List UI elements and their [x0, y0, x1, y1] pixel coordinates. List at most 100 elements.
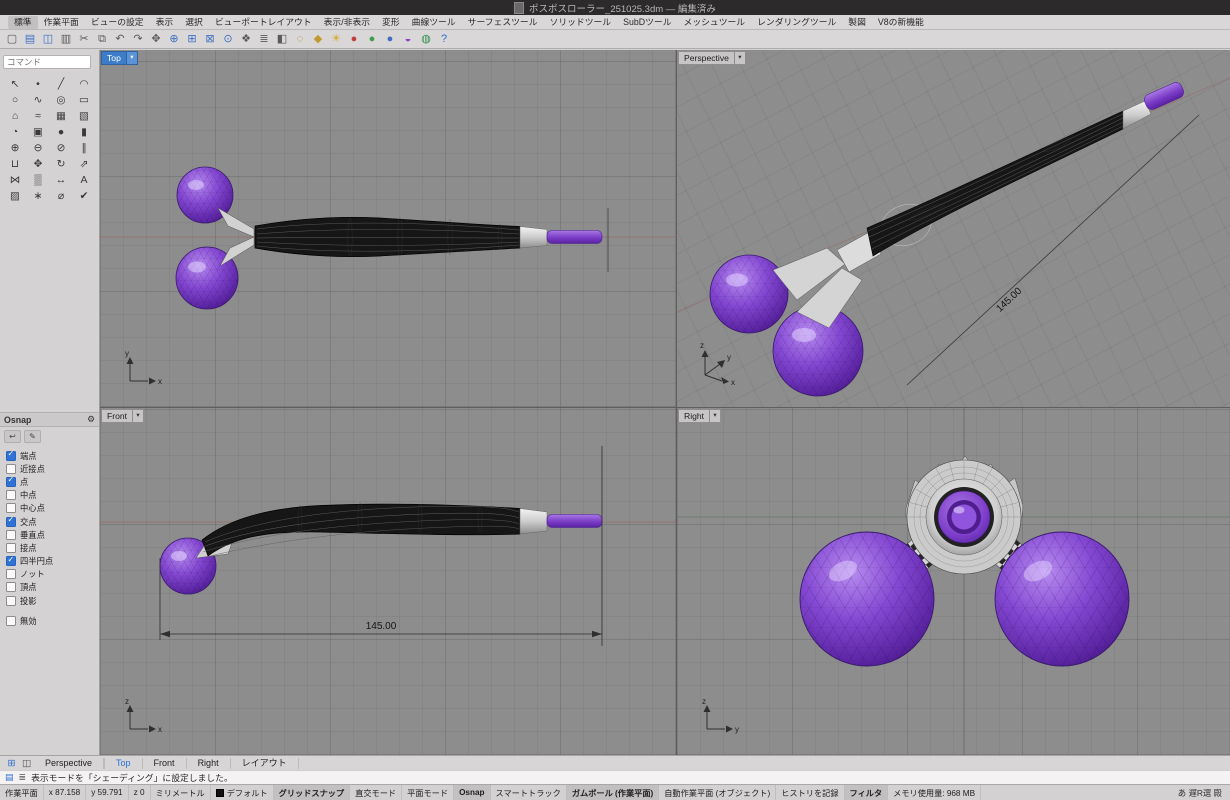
viewport-perspective[interactable]: 145.00 — [677, 50, 1230, 407]
roller-model-front-view[interactable] — [160, 503, 602, 595]
viewport-front[interactable]: 145.00 z x Front ▾ — [100, 408, 676, 755]
rotate-icon[interactable]: ↻ — [50, 156, 73, 172]
save-icon[interactable]: ◫ — [41, 32, 55, 47]
roller-model-right-view[interactable] — [800, 456, 1129, 666]
osnap-item[interactable]: 中心点 — [6, 502, 99, 515]
status-field[interactable]: メモリ使用量: 968 MB — [888, 785, 981, 800]
toolbar-group-tab[interactable]: レンダリングツール — [751, 16, 842, 29]
roller-model-top-view[interactable] — [176, 167, 602, 309]
point-icon[interactable]: • — [27, 76, 50, 92]
chevron-down-icon[interactable]: ▾ — [133, 409, 144, 423]
sphere-icon[interactable]: ● — [50, 124, 73, 140]
osnap-item[interactable]: ノット — [6, 568, 99, 581]
toolbar-group-tab[interactable]: 製図 — [842, 16, 872, 29]
help-icon[interactable]: ? — [437, 32, 451, 47]
earth-icon[interactable]: ◍ — [419, 32, 433, 47]
osnap-item[interactable]: 中点 — [6, 489, 99, 502]
status-field[interactable]: スマートトラック — [491, 785, 567, 800]
viewport-tab[interactable]: レイアウト — [231, 758, 299, 769]
toolbar-group-tab[interactable]: 曲線ツール — [406, 16, 462, 29]
cut-icon[interactable]: ✂ — [77, 32, 91, 47]
cylinder-icon[interactable]: ▮ — [73, 124, 96, 140]
roller-model-perspective-view[interactable] — [710, 81, 1186, 396]
select-icon[interactable]: ↖ — [4, 76, 27, 92]
osnap-item[interactable]: 交点 — [6, 515, 99, 528]
toolbar-group-tab[interactable]: ビューの設定 — [85, 16, 150, 29]
render-mode-icon[interactable]: ● — [347, 32, 361, 47]
copy-icon[interactable]: ⧉ — [95, 32, 109, 47]
status-field[interactable]: ガムボール (作業平面) — [567, 785, 659, 800]
properties-icon[interactable]: ◧ — [275, 32, 289, 47]
chevron-down-icon[interactable]: ▾ — [710, 409, 721, 423]
ellipse-icon[interactable]: ◎ — [50, 92, 73, 108]
arc-icon[interactable]: ◠ — [73, 76, 96, 92]
box-icon[interactable]: ▣ — [27, 124, 50, 140]
osnap-item[interactable]: 端点 — [6, 449, 99, 462]
osnap-item[interactable]: 接点 — [6, 541, 99, 554]
line-icon[interactable]: ╱ — [50, 76, 73, 92]
trim-icon[interactable]: ⊘ — [50, 140, 73, 156]
viewport-title-tab-front[interactable]: Front ▾ — [101, 409, 144, 423]
status-field[interactable]: z 0 — [129, 785, 151, 800]
revolve-icon[interactable]: ◔ — [4, 124, 27, 140]
polygon-icon[interactable]: ⌂ — [4, 108, 27, 124]
four-view-icon[interactable]: ❖ — [239, 32, 253, 47]
osnap-item[interactable]: 近接点 — [6, 462, 99, 475]
viewport-title-tab-right[interactable]: Right ▾ — [678, 409, 721, 423]
checkbox[interactable] — [6, 543, 16, 553]
viewport-tab[interactable]: Top — [104, 758, 143, 769]
move-icon[interactable]: ✥ — [27, 156, 50, 172]
checkbox[interactable] — [6, 582, 16, 592]
status-field[interactable]: デフォルト — [211, 785, 274, 800]
zoom-selected-icon[interactable]: ⊙ — [221, 32, 235, 47]
light-icon[interactable]: ☀ — [329, 32, 343, 47]
osnap-item[interactable]: 無効 — [6, 614, 99, 627]
hatch-icon[interactable]: ▨ — [4, 188, 27, 204]
viewport-tab[interactable]: Right — [187, 758, 231, 769]
status-field[interactable]: グリッドスナップ — [274, 785, 351, 800]
osnap-edit-icon[interactable]: ✎ — [24, 430, 41, 443]
history-list-icon[interactable]: ≣ — [19, 772, 27, 783]
dimension-icon[interactable]: ↔ — [50, 172, 73, 188]
print-icon[interactable]: ▥ — [59, 32, 73, 47]
viewport-title[interactable]: Top — [101, 51, 127, 65]
layers-icon[interactable]: ≣ — [257, 32, 271, 47]
boolean-union-icon[interactable]: ⊕ — [4, 140, 27, 156]
viewport-tab[interactable]: Front — [143, 758, 187, 769]
checkbox[interactable] — [6, 569, 16, 579]
command-input[interactable] — [3, 55, 91, 69]
zoom-icon[interactable]: ⊕ — [167, 32, 181, 47]
material-icon[interactable]: ◒ — [401, 32, 415, 47]
viewport-title[interactable]: Perspective — [678, 51, 735, 65]
toolbar-group-tab[interactable]: ビューポートレイアウト — [209, 16, 318, 29]
toolbar-group-tab[interactable]: メッシュツール — [678, 16, 752, 29]
shaded-mode-icon[interactable]: ● — [365, 32, 379, 47]
checkbox[interactable] — [6, 596, 16, 606]
viewport-title[interactable]: Front — [101, 409, 133, 423]
join-icon[interactable]: ⊔ — [4, 156, 27, 172]
explode-icon[interactable]: ∗ — [27, 188, 50, 204]
lock-icon[interactable]: ◆ — [311, 32, 325, 47]
status-field[interactable]: 作業平面 — [0, 785, 44, 800]
checkbox[interactable] — [6, 477, 16, 487]
status-field[interactable]: Osnap — [454, 785, 490, 800]
array-icon[interactable]: ▒ — [27, 172, 50, 188]
toolbar-group-tab[interactable]: 表示 — [150, 16, 180, 29]
freeform-icon[interactable]: ≈ — [27, 108, 50, 124]
toolbar-group-tab[interactable]: ソリッドツール — [544, 16, 618, 29]
toolbar-group-tab[interactable]: V8の新機能 — [872, 16, 930, 29]
zoom-extents-icon[interactable]: ⊠ — [203, 32, 217, 47]
checkbox[interactable] — [6, 530, 16, 540]
checkbox[interactable] — [6, 616, 16, 626]
toolbar-group-tab[interactable]: 変形 — [376, 16, 406, 29]
new-layout-icon[interactable]: ◫ — [19, 758, 34, 769]
osnap-item[interactable]: 点 — [6, 475, 99, 488]
status-field[interactable]: x 87.158 — [44, 785, 86, 800]
diameter-icon[interactable]: ⌀ — [50, 188, 73, 204]
pan-icon[interactable]: ✥ — [149, 32, 163, 47]
surface-icon[interactable]: ▦ — [50, 108, 73, 124]
wireframe-mode-icon[interactable]: ● — [383, 32, 397, 47]
toolbar-group-tab[interactable]: 選択 — [179, 16, 209, 29]
undo-icon[interactable]: ↶ — [113, 32, 127, 47]
redo-icon[interactable]: ↷ — [131, 32, 145, 47]
